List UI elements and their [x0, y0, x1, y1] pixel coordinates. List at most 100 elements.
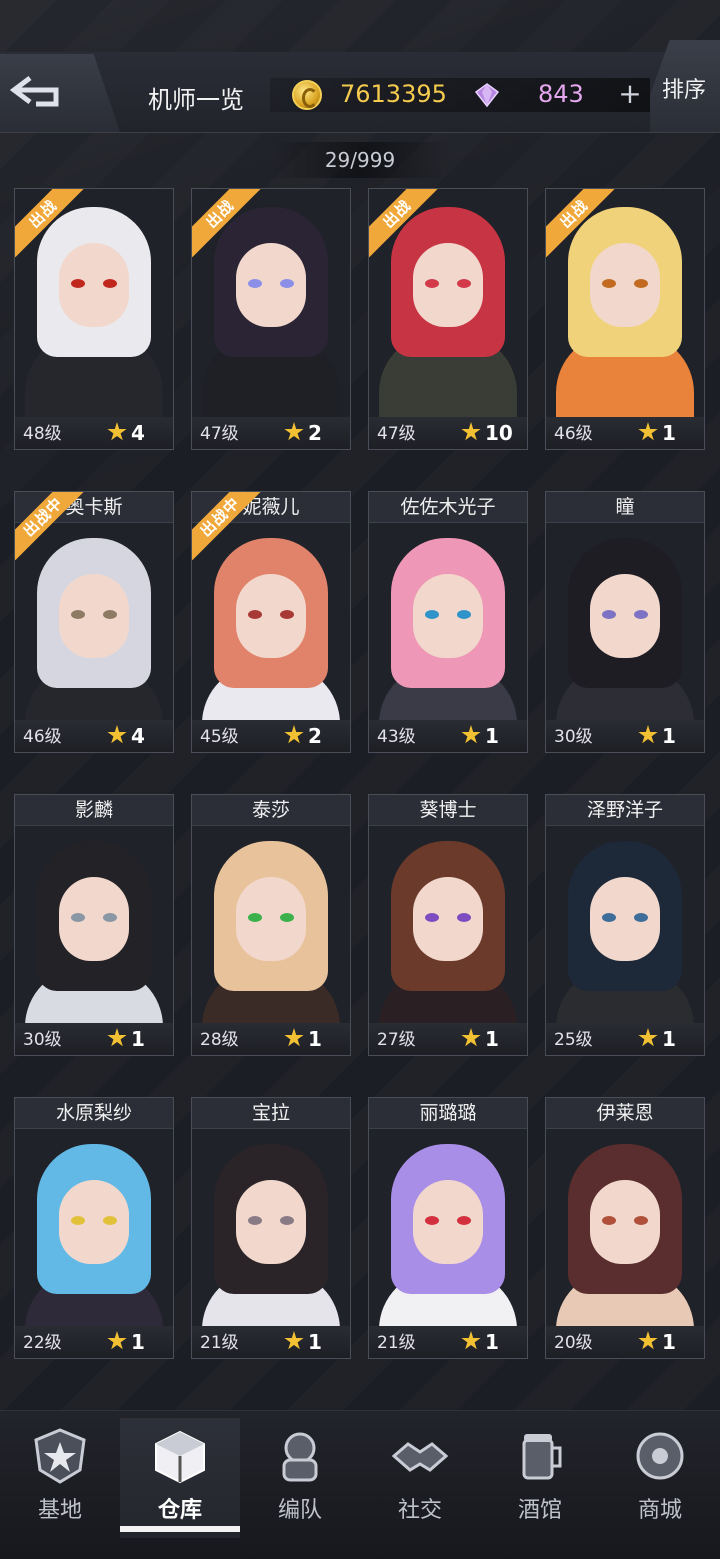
pilot-card[interactable]: 伊莱恩 20级 1: [545, 1097, 705, 1359]
handshake-icon: [390, 1426, 450, 1486]
pilot-portrait: [196, 827, 346, 1023]
deployed-badge: 出战: [192, 189, 262, 259]
pilot-level: 20级: [554, 1333, 593, 1353]
nav-tab[interactable]: 商城: [600, 1418, 720, 1538]
pilot-level: 46级: [23, 727, 62, 747]
nav-tab[interactable]: 仓库: [120, 1418, 240, 1538]
portrait-eye: [602, 279, 616, 288]
pilot-card[interactable]: 丽璐璐 21级 1: [368, 1097, 528, 1359]
pilot-card[interactable]: 宝拉 21级 1: [191, 1097, 351, 1359]
nav-tab-label: 商城: [637, 1498, 682, 1523]
pilot-name: 泰莎: [192, 795, 350, 826]
portrait-face: [59, 574, 129, 658]
pilot-card[interactable]: 影麟 30级 1: [14, 794, 174, 1056]
portrait-eye: [602, 610, 616, 619]
pilot-card[interactable]: 48级 4 出战: [14, 188, 174, 450]
portrait-face: [59, 877, 129, 961]
pilot-card[interactable]: 46级 1 出战: [545, 188, 705, 450]
pilot-level: 21级: [377, 1333, 416, 1353]
pilot-star-count: 1: [662, 724, 676, 748]
add-diamond-button[interactable]: +: [616, 80, 644, 108]
portrait-face: [59, 1180, 129, 1264]
pilot-portrait: [373, 524, 523, 720]
gold-amount: 7613395: [340, 80, 447, 108]
portrait-eye: [425, 913, 439, 922]
portrait-eye: [71, 610, 85, 619]
pilot-level: 25级: [554, 1030, 593, 1050]
portrait-face: [236, 877, 306, 961]
pilot-card[interactable]: 47级 2 出战: [191, 188, 351, 450]
portrait-eye: [280, 279, 294, 288]
pilot-name: 葵博士: [369, 795, 527, 826]
pilot-star-count: 1: [662, 1027, 676, 1051]
portrait-eye: [457, 610, 471, 619]
pilot-level: 47级: [377, 424, 416, 444]
deployed-badge-label: 出战中: [192, 492, 262, 561]
pilot-portrait: [550, 524, 700, 720]
pilot-level: 30级: [554, 727, 593, 747]
deployed-badge: 出战中: [192, 492, 262, 562]
portrait-eye: [280, 913, 294, 922]
pilot-star-count: 1: [485, 724, 499, 748]
warehouse-icon: [150, 1426, 210, 1486]
pilot-star-count: 1: [131, 1330, 145, 1354]
deployed-badge-label: 出战: [369, 189, 439, 258]
back-arrow-icon: [10, 76, 59, 107]
nav-tab[interactable]: 社交: [360, 1418, 480, 1538]
pilot-name: 水原梨纱: [15, 1098, 173, 1129]
deployed-badge: 出战中: [15, 492, 85, 562]
pilot-card[interactable]: 奥卡斯 46级 4 出战中: [14, 491, 174, 753]
portrait-eye: [602, 913, 616, 922]
portrait-eye: [634, 913, 648, 922]
portrait-eye: [71, 913, 85, 922]
deployed-badge-label: 出战: [546, 189, 616, 258]
pilot-card[interactable]: 47级 10 出战: [368, 188, 528, 450]
portrait-eye: [103, 913, 117, 922]
deployed-badge-label: 出战: [15, 189, 85, 258]
pilot-card[interactable]: 泰莎 28级 1: [191, 794, 351, 1056]
pilot-card[interactable]: 水原梨纱 22级 1: [14, 1097, 174, 1359]
portrait-eye: [248, 610, 262, 619]
pilot-portrait: [373, 827, 523, 1023]
nav-tab[interactable]: 基地: [0, 1418, 120, 1538]
portrait-eye: [280, 1216, 294, 1225]
pilot-star-count: 10: [485, 421, 513, 445]
pilot-name: 宝拉: [192, 1098, 350, 1129]
pilot-card[interactable]: 瞳 30级 1: [545, 491, 705, 753]
top-bar: 机师一览 7613395 843 + 排序: [0, 0, 720, 133]
nav-tab[interactable]: 酒馆: [480, 1418, 600, 1538]
portrait-face: [236, 1180, 306, 1264]
pilot-level: 22级: [23, 1333, 62, 1353]
pilot-portrait: [19, 1130, 169, 1326]
deployed-badge-label: 出战中: [15, 492, 85, 561]
pilot-card[interactable]: 泽野洋子 25级 1: [545, 794, 705, 1056]
pilot-star-count: 2: [308, 421, 322, 445]
nav-tab-label: 社交: [397, 1498, 442, 1523]
portrait-eye: [71, 1216, 85, 1225]
pilot-card[interactable]: 妮薇儿 45级 2 出战中: [191, 491, 351, 753]
pilot-star-count: 1: [131, 1027, 145, 1051]
portrait-face: [236, 574, 306, 658]
pilot-star-count: 1: [308, 1027, 322, 1051]
pilot-card[interactable]: 葵博士 27级 1: [368, 794, 528, 1056]
pilot-portrait: [19, 827, 169, 1023]
nav-tab[interactable]: 编队: [240, 1418, 360, 1538]
pilot-star-count: 1: [485, 1330, 499, 1354]
portrait-eye: [103, 1216, 117, 1225]
pilot-level: 28级: [200, 1030, 239, 1050]
base-icon: [30, 1426, 90, 1486]
portrait-face: [590, 877, 660, 961]
pilot-name: 佐佐木光子: [369, 492, 527, 523]
pilot-portrait: [550, 827, 700, 1023]
portrait-eye: [248, 913, 262, 922]
pilot-star-count: 4: [131, 421, 145, 445]
deployed-badge: 出战: [15, 189, 85, 259]
formation-icon: [270, 1426, 330, 1486]
portrait-eye: [425, 1216, 439, 1225]
roster-count: 29/999: [324, 148, 396, 172]
portrait-eye: [634, 1216, 648, 1225]
sort-label[interactable]: 排序: [662, 72, 706, 104]
portrait-face: [590, 1180, 660, 1264]
pilot-star-count: 1: [308, 1330, 322, 1354]
pilot-card[interactable]: 佐佐木光子 43级 1: [368, 491, 528, 753]
